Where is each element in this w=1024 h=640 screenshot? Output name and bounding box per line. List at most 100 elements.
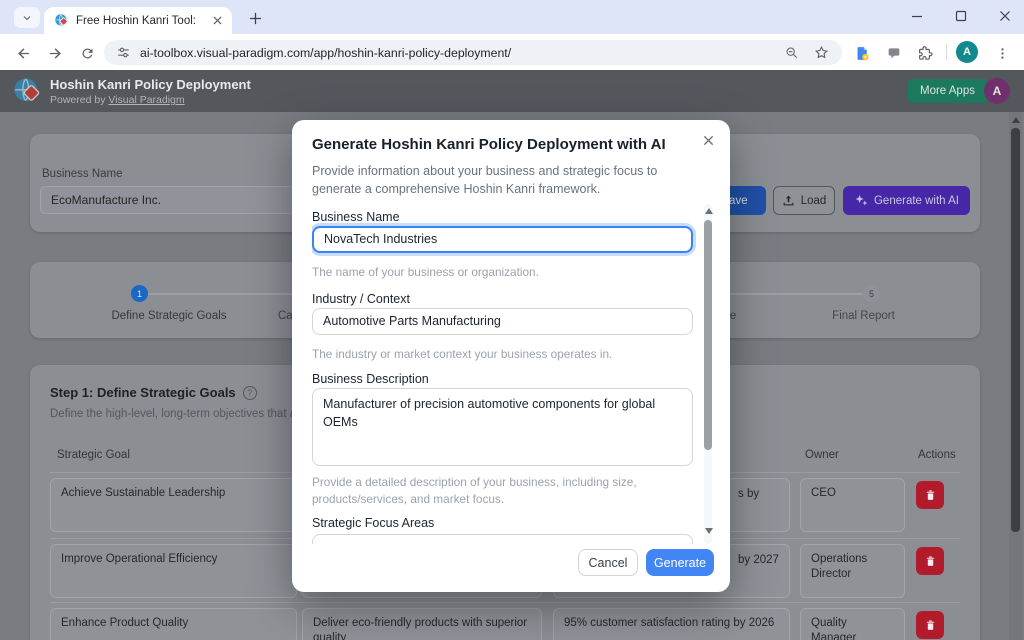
- industry-help: The industry or market context your busi…: [312, 347, 613, 361]
- step-5-circle[interactable]: 5: [863, 285, 880, 302]
- url-text[interactable]: ai-toolbox.visual-paradigm.com/app/hoshi…: [140, 46, 511, 60]
- puzzle-icon: [918, 45, 933, 60]
- cancel-button[interactable]: Cancel: [578, 549, 638, 576]
- window-controls: [904, 4, 1018, 28]
- maximize-icon: [955, 10, 967, 22]
- tab-search-button[interactable]: [14, 7, 40, 28]
- scroll-up-arrow-icon[interactable]: [1011, 117, 1020, 123]
- table-divider: [50, 602, 960, 603]
- generate-with-ai-button[interactable]: Generate with AI: [843, 186, 970, 215]
- owner-input[interactable]: Operations Director: [800, 544, 905, 598]
- modal-title: Generate Hoshin Kanri Policy Deployment …: [312, 136, 666, 153]
- business-description-label: Business Description: [312, 372, 429, 386]
- business-description-help: Provide a detailed description of your b…: [312, 475, 637, 506]
- business-name-help: The name of your business or organizatio…: [312, 265, 539, 279]
- scroll-down-arrow-icon[interactable]: [705, 528, 713, 534]
- minimize-icon: [912, 15, 922, 18]
- trash-icon: [926, 555, 934, 566]
- column-header-owner: Owner: [805, 449, 839, 461]
- business-description-textarea[interactable]: Manufacturer of precision automotive com…: [312, 388, 693, 466]
- business-name-input[interactable]: NovaTech Industries: [312, 226, 693, 253]
- generate-ai-modal: Generate Hoshin Kanri Policy Deployment …: [292, 120, 730, 592]
- zoom-icon[interactable]: [784, 45, 800, 61]
- generate-button[interactable]: Generate: [646, 549, 714, 576]
- extensions-icon[interactable]: [914, 43, 934, 63]
- industry-input[interactable]: Automotive Parts Manufacturing: [312, 308, 693, 335]
- bookmark-star-icon[interactable]: [813, 44, 830, 61]
- column-header-actions: Actions: [918, 449, 956, 461]
- step1-title: Step 1: Define Strategic Goals: [50, 385, 236, 400]
- back-button[interactable]: [12, 42, 34, 64]
- forward-arrow-icon: [49, 47, 61, 59]
- browser-tabstrip: Free Hoshin Kanri Tool: Plan & I: [0, 0, 1024, 34]
- step-1-circle[interactable]: 1: [131, 285, 148, 302]
- browser-menu-button[interactable]: [992, 43, 1012, 63]
- back-arrow-icon: [17, 47, 29, 59]
- close-icon: [703, 135, 713, 145]
- feedback-icon[interactable]: [884, 43, 904, 63]
- owner-input[interactable]: Quality Manager: [800, 608, 905, 640]
- kebab-menu-icon: [1000, 47, 1004, 59]
- trash-icon: [926, 619, 934, 630]
- drive-doc-extension-icon[interactable]: [852, 43, 872, 63]
- strategic-focus-areas-label: Strategic Focus Areas: [312, 516, 435, 530]
- help-icon[interactable]: ?: [242, 385, 257, 400]
- modal-form-body: Business Name NovaTech Industries The na…: [312, 204, 700, 544]
- browser-profile-avatar[interactable]: A: [956, 41, 978, 63]
- screen: Free Hoshin Kanri Tool: Plan & I ai-tool…: [0, 0, 1024, 640]
- measure-input[interactable]: 95% customer satisfaction rating by 2026: [553, 608, 790, 640]
- visual-paradigm-logo-icon: [14, 78, 40, 101]
- goal-input[interactable]: Improve Operational Efficiency: [50, 544, 297, 598]
- scroll-up-arrow-icon[interactable]: [705, 208, 713, 214]
- close-icon: [1000, 11, 1010, 21]
- browser-toolbar: ai-toolbox.visual-paradigm.com/app/hoshi…: [0, 34, 1024, 70]
- upload-icon: [783, 195, 794, 206]
- reload-button[interactable]: [76, 42, 98, 64]
- omnibox-actions: [784, 44, 830, 61]
- window-minimize-button[interactable]: [904, 4, 930, 28]
- goal-input[interactable]: Achieve Sustainable Leadership: [50, 478, 297, 532]
- window-maximize-button[interactable]: [948, 4, 974, 28]
- browser-tab[interactable]: Free Hoshin Kanri Tool: Plan & I: [44, 7, 232, 34]
- scrollbar-thumb[interactable]: [1011, 128, 1020, 532]
- delete-row-button[interactable]: [916, 481, 944, 509]
- measure-text-fragment: by 2027: [738, 554, 779, 566]
- delete-row-button[interactable]: [916, 611, 944, 639]
- app-header: Hoshin Kanri Policy Deployment Powered b…: [0, 70, 1024, 112]
- business-name-label: Business Name: [312, 210, 400, 224]
- address-bar[interactable]: ai-toolbox.visual-paradigm.com/app/hoshi…: [104, 40, 842, 65]
- tab-favicon-icon: [55, 14, 68, 26]
- goal-input[interactable]: Enhance Product Quality: [50, 608, 297, 640]
- powered-by-text: Powered by Visual Paradigm: [50, 94, 185, 106]
- new-tab-button[interactable]: [244, 8, 266, 28]
- doc-plus-icon: [857, 46, 869, 60]
- owner-input[interactable]: CEO: [800, 478, 905, 532]
- strategic-focus-areas-input[interactable]: [312, 534, 693, 544]
- speech-bubble-icon: [888, 48, 900, 59]
- app-title: Hoshin Kanri Policy Deployment: [50, 77, 251, 92]
- page-scrollbar[interactable]: [1009, 112, 1022, 640]
- measure-text-fragment: s by: [738, 488, 760, 500]
- modal-description: Provide information about your business …: [312, 164, 658, 197]
- forward-button[interactable]: [44, 42, 66, 64]
- reload-icon: [81, 47, 92, 58]
- window-close-button[interactable]: [992, 4, 1018, 28]
- business-name-label: Business Name: [42, 168, 123, 180]
- close-icon: [212, 16, 222, 25]
- more-apps-button[interactable]: More Apps: [908, 79, 987, 103]
- step-1-label: Define Strategic Goals: [111, 310, 227, 322]
- user-avatar[interactable]: A: [984, 78, 1010, 104]
- trash-icon: [926, 489, 934, 500]
- site-settings-icon[interactable]: [116, 45, 131, 60]
- load-button[interactable]: Load: [773, 186, 835, 215]
- modal-scrollbar-thumb[interactable]: [704, 220, 712, 450]
- modal-close-button[interactable]: [698, 130, 718, 150]
- step-5-label: Final Report: [832, 310, 895, 322]
- plus-icon: [249, 12, 261, 24]
- visual-paradigm-link[interactable]: Visual Paradigm: [108, 94, 184, 106]
- delete-row-button[interactable]: [916, 547, 944, 575]
- tab-close-button[interactable]: [209, 13, 225, 29]
- goal-row: Enhance Product Quality Deliver eco-frie…: [30, 608, 980, 640]
- description-input[interactable]: Deliver eco-friendly products with super…: [302, 608, 542, 640]
- toolbar-divider: [946, 44, 947, 60]
